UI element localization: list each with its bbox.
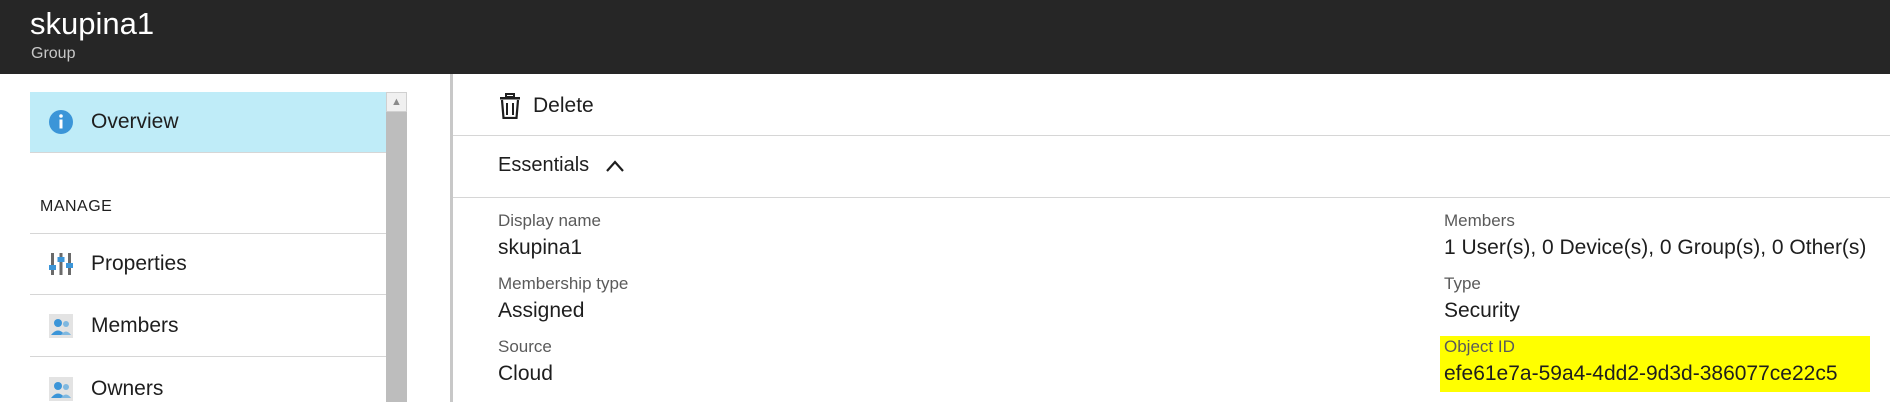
field-membership-type: Membership type Assigned: [498, 273, 628, 325]
blade-subtitle: Group: [31, 45, 76, 62]
content-pane: Delete Essentials Display name skupina1 …: [453, 74, 1890, 402]
menu-item-properties[interactable]: Properties: [30, 234, 386, 295]
owners-icon: [48, 376, 74, 402]
delete-label: Delete: [533, 94, 594, 117]
field-value: skupina1: [498, 236, 583, 259]
menu-item-owners[interactable]: Owners: [30, 358, 386, 402]
menu-item-label: Properties: [91, 252, 187, 275]
field-source: Source Cloud: [498, 336, 553, 388]
field-object-id: Object ID efe61e7a-59a4-4dd2-9d3d-386077…: [1440, 336, 1870, 392]
field-value: 1 User(s), 0 Device(s), 0 Group(s), 0 Ot…: [1444, 236, 1867, 259]
field-display-name: Display name skupina1: [498, 210, 601, 262]
menu-scrollbar[interactable]: [386, 92, 407, 402]
scroll-up-arrow-icon[interactable]: ▲: [386, 92, 407, 112]
blade-title: skupina1: [30, 6, 155, 41]
field-key: Object ID: [1444, 337, 1515, 356]
field-value: Security: [1444, 299, 1520, 322]
field-members: Members 1 User(s), 0 Device(s), 0 Group(…: [1444, 210, 1866, 262]
object-id-value[interactable]: efe61e7a-59a4-4dd2-9d3d-386077ce22c5: [1444, 360, 1866, 388]
properties-icon: [48, 251, 74, 277]
field-key: Type: [1444, 274, 1481, 293]
menu-item-label: Owners: [91, 376, 164, 400]
info-icon: [48, 109, 74, 135]
trash-icon: [500, 93, 520, 119]
essentials-header: Essentials: [453, 136, 1890, 198]
menu-item-members[interactable]: Members: [30, 296, 386, 357]
menu-item-label: Members: [91, 314, 179, 337]
field-key: Members: [1444, 211, 1515, 230]
field-type: Type Security: [1444, 273, 1520, 325]
blade-header: skupina1 Group: [0, 0, 1890, 74]
menu-item-overview[interactable]: Overview: [30, 92, 386, 153]
essentials-toggle[interactable]: Essentials: [498, 154, 625, 177]
delete-button[interactable]: Delete: [498, 92, 594, 120]
chevron-up-icon: [606, 159, 624, 172]
resource-menu: Overview MANAGE Properties Members Owner…: [0, 74, 452, 402]
section-label-manage: MANAGE: [40, 198, 113, 215]
members-icon: [48, 313, 74, 339]
field-key: Membership type: [498, 274, 629, 293]
menu-item-label: Overview: [91, 110, 179, 133]
field-value: Cloud: [498, 362, 553, 385]
command-bar: Delete: [453, 74, 1890, 136]
essentials-label: Essentials: [498, 154, 590, 176]
field-key: Source: [498, 337, 552, 356]
field-value: Assigned: [498, 299, 585, 322]
field-key: Display name: [498, 211, 601, 230]
